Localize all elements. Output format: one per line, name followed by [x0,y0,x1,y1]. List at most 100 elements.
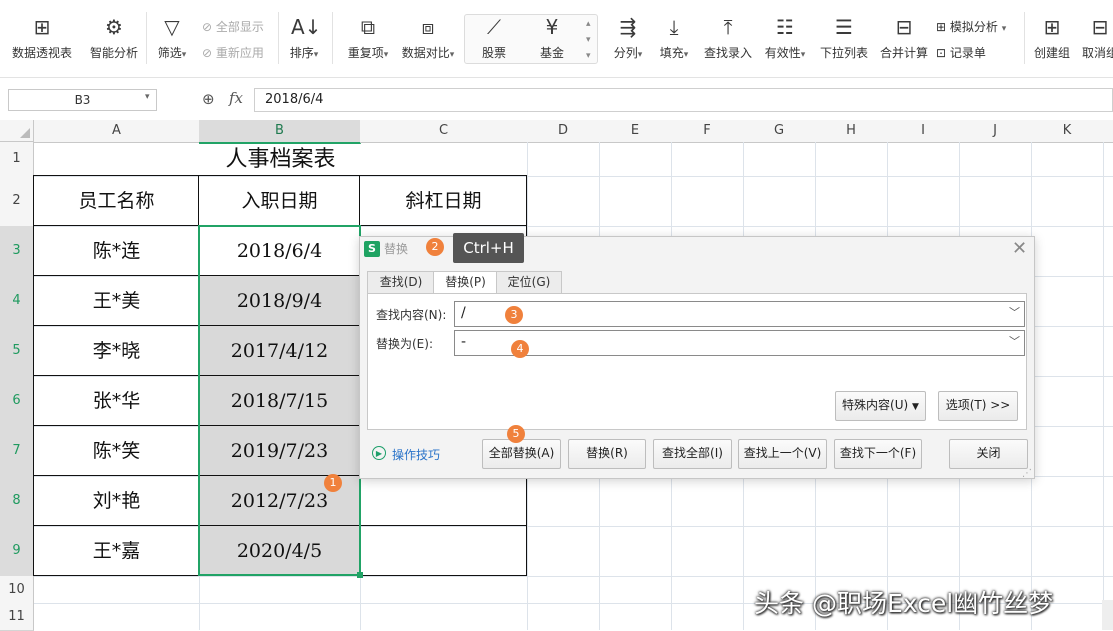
record-form-button[interactable]: ⊡ 记录单 [936,44,986,61]
resize-grip-icon[interactable]: ⋰ [1022,468,1032,479]
replace-all-button[interactable]: 全部替换(A) [482,439,561,469]
replace-with-input[interactable]: - ﹀ [454,330,1025,356]
pivot-table-icon: ⊞ [33,15,51,39]
column-header-l[interactable] [1103,120,1113,143]
name-cell[interactable]: 刘*艳 [34,476,199,526]
name-cell[interactable]: 陈*连 [34,226,199,276]
fx-icon[interactable]: fx [229,89,243,107]
zoom-icon[interactable]: ⊕ [202,90,215,108]
column-header-d[interactable]: D [527,120,600,143]
table-border [526,175,527,237]
dropdown-list-icon: ☰ [835,15,853,39]
show-all-button[interactable]: ⊘ 全部显示 [202,18,264,35]
shortcut-tooltip: Ctrl+H [453,233,524,263]
name-cell[interactable]: 陈*笑 [34,426,199,476]
find-what-input[interactable]: / ﹀ [454,301,1025,327]
step-badge: 3 [505,306,523,324]
row-header-8[interactable]: 8 [0,476,34,527]
find-next-button[interactable]: 查找下一个(F) [834,439,922,469]
fill-handle[interactable] [357,572,363,578]
pivot-table-button[interactable]: ⊞ 数据透视表 [10,14,74,68]
chevron-down-icon[interactable]: ﹀ [1009,331,1020,353]
smart-analysis-icon: ⚙ [105,15,123,39]
replace-button[interactable]: 替换(R) [568,439,646,469]
sort-button[interactable]: A↓ 排序▾ [280,14,328,68]
column-header-a[interactable]: A [34,120,200,143]
row-header-3[interactable]: 3 [0,226,34,277]
row-header-11[interactable]: 11 [0,603,34,631]
filter-button[interactable]: ▽ 筛选▾ [148,14,196,68]
fund-button[interactable]: ¥ 基金 [524,14,580,68]
dropdown-list-button[interactable]: ☰ 下拉列表 [814,14,874,68]
lookup-entry-button[interactable]: ⤒ 查找录入 [700,14,756,68]
formula-input[interactable]: 2018/6/4 [254,88,1113,112]
tab-find[interactable]: 查找(D) [367,271,435,295]
row-header-4[interactable]: 4 [0,276,34,327]
find-previous-button[interactable]: 查找上一个(V) [738,439,827,469]
data-compare-icon: ⧈ [421,15,435,39]
column-header-h[interactable]: H [815,120,888,143]
wps-logo-icon: S [364,241,380,257]
duplicates-button[interactable]: ⧉ 重复项▾ [336,14,400,68]
step-badge: 1 [324,474,342,492]
column-header-j[interactable]: J [959,120,1032,143]
chevron-down-icon[interactable]: ﹀ [1009,302,1020,324]
header-employee-name[interactable]: 员工名称 [34,176,199,226]
reapply-button[interactable]: ⊘ 重新应用 [202,44,264,61]
split-column-button[interactable]: ⇶ 分列▾ [606,14,650,68]
step-badge: 2 [426,238,444,256]
simulate-analysis-button[interactable]: ⊞ 模拟分析 ▾ [936,18,1006,35]
find-all-button[interactable]: 查找全部(I) [653,439,732,469]
fill-button[interactable]: ⤓ 填充▾ [652,14,696,68]
row-header-5[interactable]: 5 [0,326,34,377]
name-cell[interactable]: 王*美 [34,276,199,326]
options-button[interactable]: 选项(T) >> [938,391,1018,421]
row-header-10[interactable]: 10 [0,576,34,604]
play-icon: ▶ [372,446,386,460]
column-header-b[interactable]: B [199,120,361,144]
column-header-i[interactable]: I [887,120,960,143]
replace-with-label: 替换为(E): [376,337,433,351]
row-header-6[interactable]: 6 [0,376,34,427]
close-icon[interactable]: ✕ [1012,238,1027,259]
row-header-7[interactable]: 7 [0,426,34,477]
name-cell[interactable]: 李*晓 [34,326,199,376]
column-header-f[interactable]: F [671,120,744,143]
smart-analysis-button[interactable]: ⚙ 智能分析 [82,14,146,68]
step-badge: 5 [507,425,525,443]
validity-button[interactable]: ☷ 有效性▾ [758,14,812,68]
validity-icon: ☷ [776,15,794,39]
tips-link[interactable]: 操作技巧 [392,446,440,463]
create-group-button[interactable]: ⊞ 创建组 [1028,14,1076,68]
tab-goto[interactable]: 定位(G) [496,271,562,295]
split-column-icon: ⇶ [619,15,637,39]
dialog-title: 替换 [384,242,409,256]
header-entry-date[interactable]: 入职日期 [199,176,360,226]
column-header-c[interactable]: C [360,120,528,143]
header-slash-date[interactable]: 斜杠日期 [360,176,527,226]
lookup-entry-icon: ⤒ [723,15,733,39]
column-header-g[interactable]: G [743,120,816,143]
table-border [33,175,34,576]
close-button[interactable]: 关闭 [949,439,1028,469]
merge-calc-button[interactable]: ⊟ 合并计算 [874,14,934,68]
row-header-9[interactable]: 9 [0,526,34,577]
divider [332,12,333,64]
row-header-1[interactable]: 1 [0,142,34,177]
gallery-scroll[interactable]: ▴ ▾ ▾ [586,16,591,64]
name-cell[interactable]: 王*嘉 [34,526,199,576]
row-header-2[interactable]: 2 [0,176,34,227]
stock-button[interactable]: ⟋ 股票 [466,14,522,68]
ungroup-button[interactable]: ⊟ 取消组 [1076,14,1113,68]
table-title[interactable]: 人事档案表 [34,142,527,176]
column-header-e[interactable]: E [599,120,672,143]
merge-calc-icon: ⊟ [895,15,913,39]
name-cell[interactable]: 张*华 [34,376,199,426]
special-content-button[interactable]: 特殊内容(U) ▼ [835,391,926,421]
create-group-icon: ⊞ [1043,15,1061,39]
ungroup-icon: ⊟ [1091,15,1109,39]
name-box[interactable]: B3 [8,89,157,111]
chevron-down-icon[interactable]: ▾ [145,92,150,102]
column-header-k[interactable]: K [1031,120,1104,143]
data-compare-button[interactable]: ⧈ 数据对比▾ [396,14,460,68]
